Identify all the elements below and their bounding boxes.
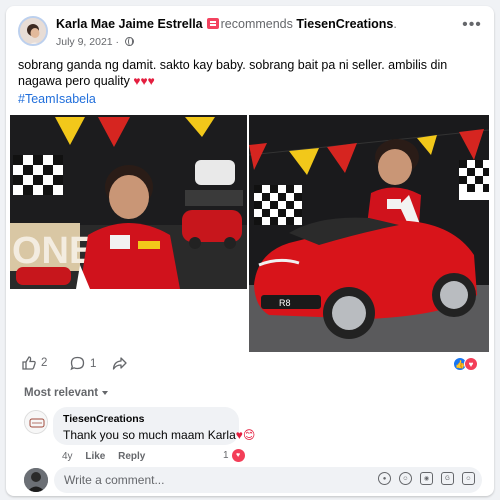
more-options-button[interactable]: ••• [462, 16, 482, 38]
comment-icon [70, 356, 85, 371]
photo-left[interactable]: ONE [10, 115, 247, 289]
comment-like-button[interactable]: Like [85, 451, 105, 462]
comment-bubble: TiesenCreations Thank you so much maam K… [53, 407, 255, 445]
comment-emoji: ♥😊 [235, 428, 256, 442]
post-header: Karla Mae Jaime Estrella recommends Tiese… [6, 6, 494, 54]
like-count: 2 [41, 357, 48, 369]
post-card: Karla Mae Jaime Estrella recommends Tiese… [6, 6, 494, 496]
share-button[interactable] [112, 356, 127, 371]
photo-right[interactable]: R8 [249, 115, 489, 352]
comment-reaction-number: 1 [223, 450, 229, 461]
comment-button[interactable]: 1 [70, 356, 96, 371]
author-name[interactable]: Karla Mae Jaime Estrella [56, 17, 203, 31]
comment-reply-button[interactable]: Reply [118, 451, 145, 462]
reaction-summary[interactable]: 👍 ♥ [453, 357, 478, 371]
gif-icon[interactable]: G [441, 472, 454, 485]
post-actions: 2 1 👍 ♥ [18, 354, 478, 378]
more-horizontal-icon: ••• [462, 16, 482, 33]
comment-meta: 4y Like Reply [62, 451, 155, 462]
sort-label: Most relevant [24, 387, 99, 399]
page-suffix: . [393, 17, 397, 31]
like-button[interactable]: 2 [22, 356, 47, 370]
thumbs-up-icon [22, 356, 36, 370]
comment-count: 1 [90, 357, 97, 370]
heart-emoji: ♥♥♥ [133, 74, 155, 88]
comment-age[interactable]: 4y [62, 451, 73, 462]
commenter-name[interactable]: TiesenCreations [63, 413, 229, 425]
camera-icon[interactable]: ◉ [420, 472, 433, 485]
comment-sort-dropdown[interactable]: Most relevant [24, 387, 109, 399]
sticker-icon[interactable]: ☺ [462, 472, 475, 485]
author-avatar[interactable] [18, 16, 48, 46]
post-text: sobrang ganda ng damit. sakto kay baby. … [18, 57, 478, 89]
love-icon: ♥ [231, 449, 245, 462]
author-line: Karla Mae Jaime Estrella recommends Tiese… [56, 17, 397, 31]
love-icon: ♥ [464, 357, 478, 371]
page-name-link[interactable]: TiesenCreations [296, 17, 393, 31]
user-avatar[interactable] [24, 468, 48, 492]
post-date[interactable]: July 9, 2021 [56, 36, 113, 48]
recommends-label: recommends [220, 17, 293, 31]
car-plate: R8 [279, 298, 291, 308]
recommend-icon [206, 18, 219, 29]
comment-reaction-count[interactable]: 1 ♥ [223, 449, 245, 462]
comment-text: Thank you so much maam Karla♥😊 [63, 428, 255, 442]
composer-icons: ● ☺ ◉ G ☺ [378, 472, 475, 485]
post-meta: July 9, 2021 · [56, 36, 134, 48]
emoji-icon[interactable]: ☺ [399, 472, 412, 485]
chevron-down-icon [102, 391, 109, 395]
banner-letters: ONE [12, 230, 94, 272]
comment-body: Thank you so much maam Karla [63, 428, 236, 442]
avatar-icon[interactable]: ● [378, 472, 391, 485]
globe-icon [124, 37, 134, 46]
post-body: sobrang ganda ng damit. sakto kay baby. … [18, 58, 448, 88]
share-icon [112, 357, 127, 370]
commenter-avatar[interactable] [24, 410, 48, 434]
photo-grid: ONE R8 [6, 112, 494, 352]
date-separator: · [115, 36, 120, 48]
hashtag-link[interactable]: #TeamIsabela [18, 92, 96, 106]
